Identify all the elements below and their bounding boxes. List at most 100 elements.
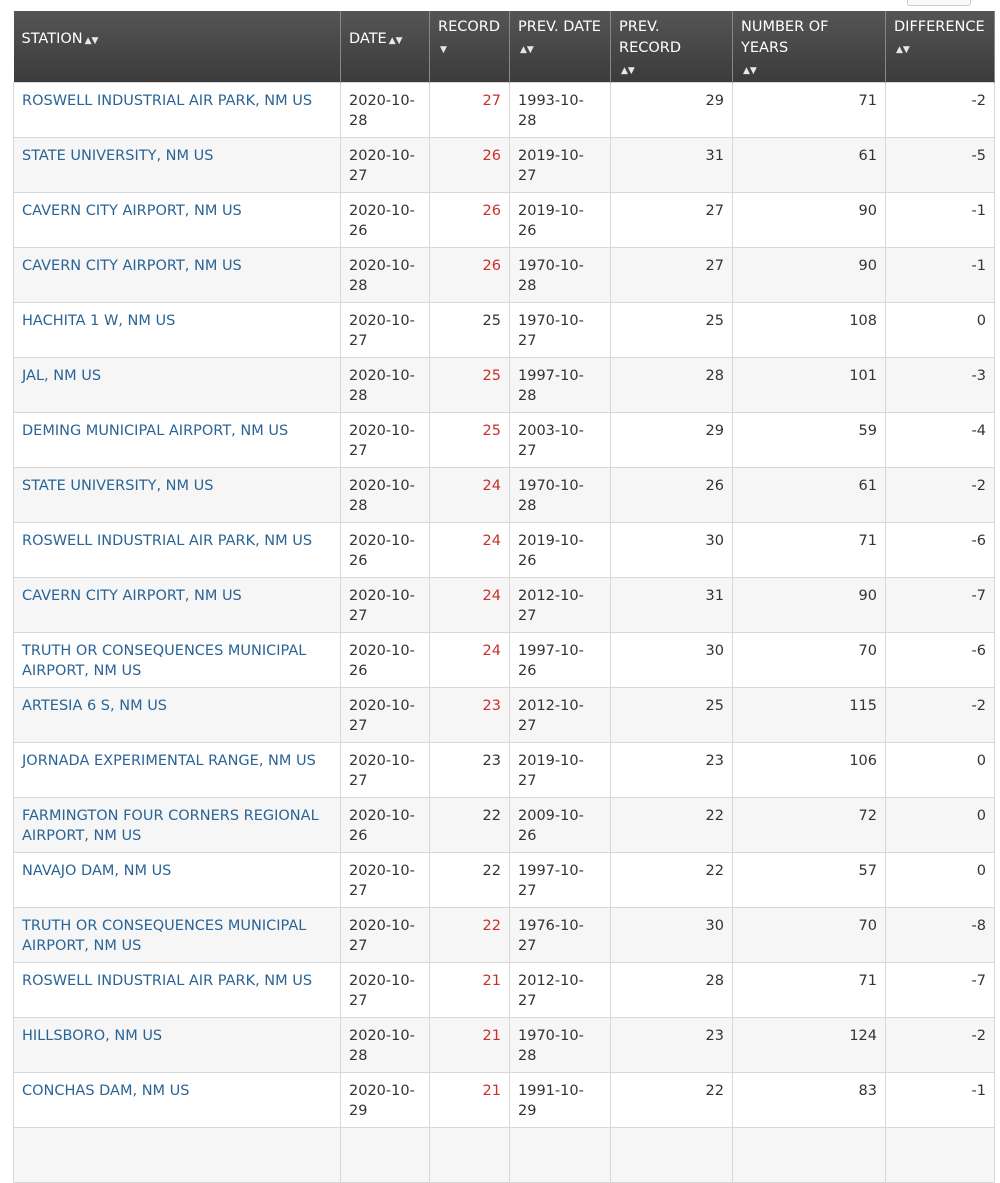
prev-date-cell: 1970-10-28 xyxy=(509,1017,611,1073)
column-header-record[interactable]: RECORD ▼ xyxy=(429,11,510,83)
prev-record-cell: 25 xyxy=(610,302,733,358)
record-cell: 24 xyxy=(429,467,510,523)
station-link[interactable]: DEMING MUNICIPAL AIRPORT, NM US xyxy=(22,423,288,439)
sort-icon[interactable]: ▲▼ xyxy=(389,36,403,46)
date-cell: 2020-10-28 xyxy=(340,467,430,523)
column-header-difference[interactable]: DIFFERENCE ▲▼ xyxy=(885,11,995,83)
prev-date-cell: 1970-10-27 xyxy=(509,302,611,358)
station-link[interactable]: NAVAJO DAM, NM US xyxy=(22,863,171,879)
prev-record-cell: 27 xyxy=(610,192,733,248)
difference-cell: 0 xyxy=(885,797,995,853)
prev-date-cell: 2019-10-27 xyxy=(509,137,611,193)
station-link[interactable]: STATE UNIVERSITY, NM US xyxy=(22,148,213,164)
prev-record-cell: 28 xyxy=(610,357,733,413)
difference-cell: -1 xyxy=(885,192,995,248)
date-cell: 2020-10-26 xyxy=(340,192,430,248)
station-link[interactable]: TRUTH OR CONSEQUENCES MUNICIPAL AIRPORT,… xyxy=(22,918,306,954)
prev-record-cell: 25 xyxy=(610,687,733,743)
column-header-date[interactable]: DATE ▲▼ xyxy=(340,11,430,83)
station-link[interactable]: CONCHAS DAM, NM US xyxy=(22,1083,190,1099)
record-cell xyxy=(429,1127,510,1183)
station-link[interactable]: CAVERN CITY AIRPORT, NM US xyxy=(22,203,242,219)
prev-record-cell: 29 xyxy=(610,82,733,138)
table-row: ROSWELL INDUSTRIAL AIR PARK, NM US 2020-1… xyxy=(13,522,995,578)
record-cell: 25 xyxy=(429,302,510,358)
prev-date-cell: 2019-10-26 xyxy=(509,522,611,578)
record-cell: 22 xyxy=(429,852,510,908)
station-link[interactable]: TRUTH OR CONSEQUENCES MUNICIPAL AIRPORT,… xyxy=(22,643,306,679)
station-cell: JAL, NM US xyxy=(13,357,341,413)
prev-record-cell: 31 xyxy=(610,577,733,633)
date-cell: 2020-10-27 xyxy=(340,302,430,358)
record-cell: 26 xyxy=(429,192,510,248)
prev-date-cell: 2019-10-26 xyxy=(509,192,611,248)
sort-desc-icon[interactable]: ▼ xyxy=(440,45,447,55)
date-cell: 2020-10-27 xyxy=(340,137,430,193)
difference-cell: -5 xyxy=(885,137,995,193)
pagination-control-stub[interactable] xyxy=(907,0,971,6)
prev-date-cell xyxy=(509,1127,611,1183)
station-link[interactable]: ARTESIA 6 S, NM US xyxy=(22,698,167,714)
sort-icon[interactable]: ▲▼ xyxy=(743,66,757,76)
record-cell: 23 xyxy=(429,687,510,743)
number-of-years-cell: 71 xyxy=(732,962,886,1018)
sort-icon[interactable]: ▲▼ xyxy=(520,45,534,55)
table-row: NAVAJO DAM, NM US 2020-10-27 22 1997-10-27 2… xyxy=(13,852,995,908)
date-cell: 2020-10-27 xyxy=(340,852,430,908)
date-cell: 2020-10-28 xyxy=(340,247,430,303)
prev-record-cell: 22 xyxy=(610,1072,733,1128)
prev-record-cell: 22 xyxy=(610,797,733,853)
station-link[interactable]: HACHITA 1 W, NM US xyxy=(22,313,175,329)
number-of-years-cell: 83 xyxy=(732,1072,886,1128)
record-cell: 21 xyxy=(429,1072,510,1128)
prev-date-cell: 2019-10-27 xyxy=(509,742,611,798)
table-row: ROSWELL INDUSTRIAL AIR PARK, NM US 2020-1… xyxy=(13,82,995,138)
date-cell: 2020-10-27 xyxy=(340,687,430,743)
prev-record-cell xyxy=(610,1127,733,1183)
records-table: STATION ▲▼ DATE ▲▼ RECORD ▼ PREV. DATE ▲▼ PR… xyxy=(13,11,995,1183)
table-row: STATE UNIVERSITY, NM US 2020-10-27 26 2019-… xyxy=(13,137,995,193)
prev-date-cell: 1997-10-28 xyxy=(509,357,611,413)
table-row: CONCHAS DAM, NM US 2020-10-29 21 1991-10-29… xyxy=(13,1072,995,1128)
record-cell: 23 xyxy=(429,742,510,798)
record-cell: 26 xyxy=(429,137,510,193)
table-row: TRUTH OR CONSEQUENCES MUNICIPAL AIRPORT,… xyxy=(13,907,995,963)
prev-date-cell: 2012-10-27 xyxy=(509,687,611,743)
station-link[interactable]: ROSWELL INDUSTRIAL AIR PARK, NM US xyxy=(22,533,312,549)
number-of-years-cell: 106 xyxy=(732,742,886,798)
station-link[interactable]: HILLSBORO, NM US xyxy=(22,1028,162,1044)
station-link[interactable]: CAVERN CITY AIRPORT, NM US xyxy=(22,258,242,274)
difference-cell: 0 xyxy=(885,852,995,908)
sort-icon[interactable]: ▲▼ xyxy=(85,36,99,46)
prev-record-cell: 22 xyxy=(610,852,733,908)
number-of-years-cell: 90 xyxy=(732,577,886,633)
station-link[interactable]: JAL, NM US xyxy=(22,368,101,384)
station-link[interactable]: ROSWELL INDUSTRIAL AIR PARK, NM US xyxy=(22,93,312,109)
sort-icon[interactable]: ▲▼ xyxy=(621,66,635,76)
difference-cell: -1 xyxy=(885,247,995,303)
station-link[interactable]: ROSWELL INDUSTRIAL AIR PARK, NM US xyxy=(22,973,312,989)
sort-icon[interactable]: ▲▼ xyxy=(896,45,910,55)
difference-cell: -1 xyxy=(885,1072,995,1128)
date-cell xyxy=(340,1127,430,1183)
column-header-station[interactable]: STATION ▲▼ xyxy=(13,11,341,83)
date-cell: 2020-10-26 xyxy=(340,797,430,853)
station-link[interactable]: FARMINGTON FOUR CORNERS REGIONAL AIRPORT… xyxy=(22,808,319,844)
prev-date-cell: 1997-10-27 xyxy=(509,852,611,908)
column-header-prev-date[interactable]: PREV. DATE ▲▼ xyxy=(509,11,611,83)
station-link[interactable]: CAVERN CITY AIRPORT, NM US xyxy=(22,588,242,604)
column-header-number-of-years[interactable]: NUMBER OF YEARS ▲▼ xyxy=(732,11,886,83)
date-cell: 2020-10-27 xyxy=(340,907,430,963)
table-row: STATE UNIVERSITY, NM US 2020-10-28 24 1970-… xyxy=(13,467,995,523)
table-row: CAVERN CITY AIRPORT, NM US 2020-10-28 26 19… xyxy=(13,247,995,303)
column-header-prev-record[interactable]: PREV. RECORD ▲▼ xyxy=(610,11,733,83)
record-cell: 26 xyxy=(429,247,510,303)
prev-record-cell: 30 xyxy=(610,632,733,688)
table-row: DEMING MUNICIPAL AIRPORT, NM US 2020-10-2… xyxy=(13,412,995,468)
station-link[interactable]: JORNADA EXPERIMENTAL RANGE, NM US xyxy=(22,753,316,769)
prev-date-cell: 1991-10-29 xyxy=(509,1072,611,1128)
date-cell: 2020-10-27 xyxy=(340,412,430,468)
table-row: CAVERN CITY AIRPORT, NM US 2020-10-27 24 20… xyxy=(13,577,995,633)
station-link[interactable]: STATE UNIVERSITY, NM US xyxy=(22,478,213,494)
record-cell: 25 xyxy=(429,357,510,413)
